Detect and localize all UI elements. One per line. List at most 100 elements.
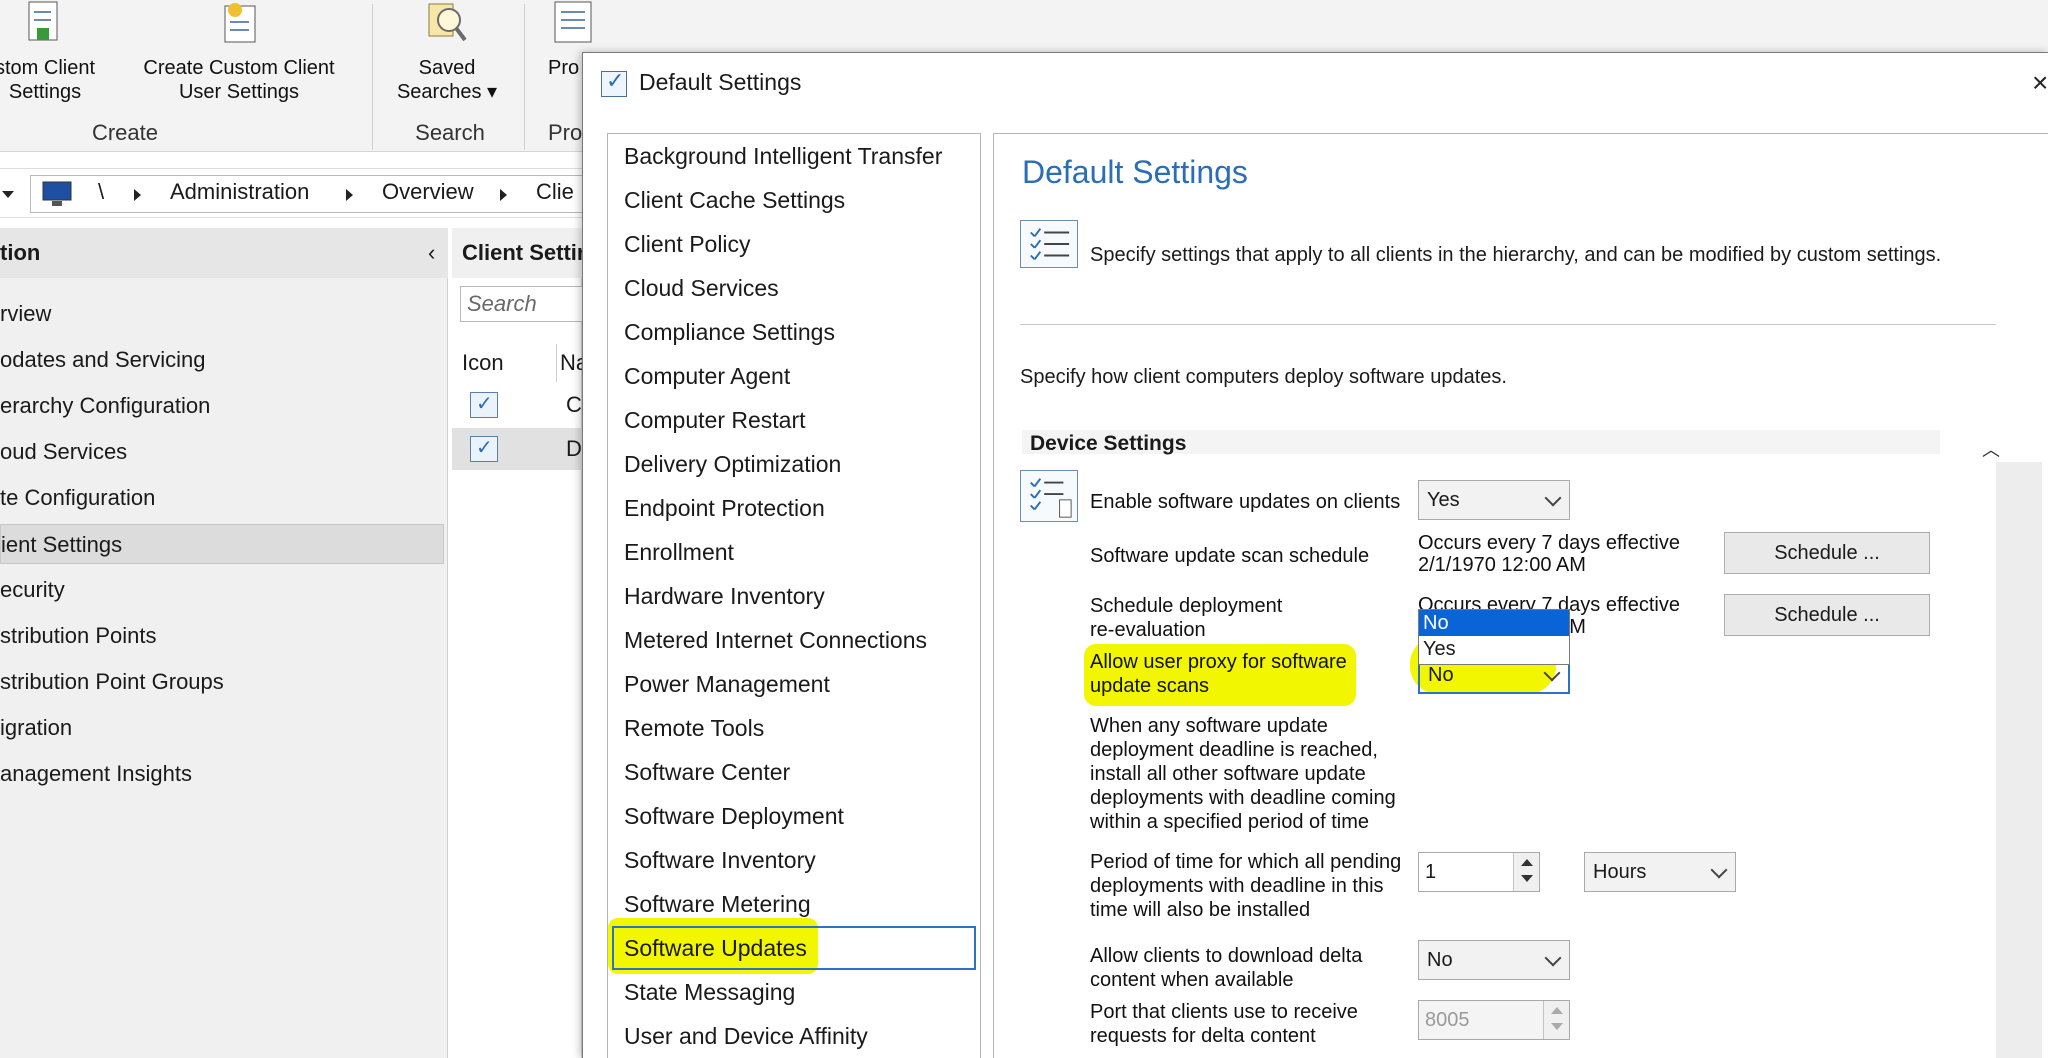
navigation-title: tion — [0, 240, 41, 265]
category-power-management[interactable]: Power Management — [608, 662, 980, 706]
scan-schedule-button[interactable]: Schedule ... — [1724, 532, 1930, 574]
category-metered-internet-connections[interactable]: Metered Internet Connections — [608, 618, 980, 662]
column-divider — [556, 344, 557, 382]
stepper-value: 8005 — [1425, 1009, 1470, 1031]
user-proxy-label: Allow user proxy for software update sca… — [1090, 651, 1347, 697]
period-stepper[interactable]: 1 — [1418, 852, 1540, 892]
nav-item-distribution-points[interactable]: stribution Points — [0, 616, 446, 656]
nav-item-management-insights[interactable]: anagement Insights — [0, 754, 446, 794]
chevron-down-icon — [1543, 664, 1561, 682]
scroll-up-icon[interactable]: ︿ — [1982, 436, 2000, 462]
breadcrumb-arrow-icon[interactable] — [500, 189, 507, 201]
category-software-center[interactable]: Software Center — [608, 750, 980, 794]
ribbon-separator — [372, 4, 373, 150]
scan-schedule-value: Occurs every 7 days effective 2/1/1970 1… — [1418, 532, 1680, 576]
nav-item-distribution-point-groups[interactable]: stribution Point Groups — [0, 662, 446, 702]
category-user-and-device-affinity[interactable]: User and Device Affinity — [608, 1014, 980, 1058]
breadcrumb-client-settings[interactable]: Clie — [536, 179, 574, 205]
category-computer-restart[interactable]: Computer Restart — [608, 398, 980, 442]
device-settings-header: Device Settings — [1022, 430, 1940, 455]
category-software-inventory[interactable]: Software Inventory — [608, 838, 980, 882]
category-computer-agent[interactable]: Computer Agent — [608, 354, 980, 398]
period-unit-dropdown[interactable]: Hours — [1584, 852, 1736, 892]
settings-checklist-icon — [601, 68, 627, 97]
row-name: D — [566, 436, 582, 461]
breadcrumb-overview[interactable]: Overview — [382, 179, 474, 205]
default-settings-dialog: Default Settings × Background Intelligen… — [582, 52, 2048, 1058]
dialog-title: Default Settings — [639, 69, 802, 95]
category-delivery-optimization[interactable]: Delivery Optimization — [608, 442, 980, 486]
category-background-intelligent-transfer[interactable]: Background Intelligent Transfer — [608, 134, 980, 178]
category-client-cache-settings[interactable]: Client Cache Settings — [608, 178, 980, 222]
nav-item-security[interactable]: ecurity — [0, 570, 446, 610]
ribbon-separator — [524, 4, 525, 150]
nav-item-cloud-services[interactable]: oud Services — [0, 432, 446, 472]
ribbon-button-label: Create Custom Client User Settings — [143, 57, 335, 103]
client-settings-icon — [470, 435, 498, 462]
device-settings-icon — [1020, 470, 1078, 522]
option-no[interactable]: No — [1419, 610, 1569, 636]
properties-icon — [554, 1, 592, 43]
nav-item-hierarchy-configuration[interactable]: erarchy Configuration — [0, 386, 446, 426]
table-row[interactable]: C — [452, 384, 582, 426]
nav-item-overview[interactable]: rview — [0, 294, 446, 334]
chevron-down-icon — [1544, 949, 1562, 967]
collapse-pane-icon[interactable]: ‹ — [428, 240, 435, 266]
stepper-arrows-icon[interactable] — [1543, 1001, 1569, 1039]
breadcrumb-arrow-icon[interactable] — [134, 189, 141, 201]
nav-item-site-configuration[interactable]: te Configuration — [0, 478, 446, 518]
nav-item-migration[interactable]: igration — [0, 708, 446, 748]
nav-item-client-settings[interactable]: ient Settings — [0, 524, 444, 564]
delta-label: Allow clients to download delta content … — [1090, 945, 1363, 991]
user-proxy-options: No Yes — [1418, 609, 1570, 665]
client-settings-icon — [470, 391, 498, 418]
dropdown-value: No — [1427, 949, 1453, 971]
delta-content-dropdown[interactable]: No — [1418, 940, 1570, 980]
enable-updates-label: Enable software updates on clients — [1090, 491, 1401, 513]
category-endpoint-protection[interactable]: Endpoint Protection — [608, 486, 980, 530]
enable-updates-dropdown[interactable]: Yes — [1418, 480, 1570, 520]
ribbon-group-create: Create — [91, 120, 159, 145]
port-stepper[interactable]: 8005 — [1418, 1000, 1570, 1040]
dropdown-value: Yes — [1427, 489, 1460, 511]
section-title: Device Settings — [1030, 432, 1187, 455]
address-box[interactable] — [30, 175, 620, 213]
navigation-pane: tion ‹ rview odates and Servicing erarch… — [0, 228, 448, 1058]
category-cloud-services[interactable]: Cloud Services — [608, 266, 980, 310]
page-description: Specify settings that apply to all clien… — [1090, 244, 1942, 266]
column-header-icon[interactable]: Icon — [462, 350, 504, 376]
period-label: Period of time for which all pending dep… — [1090, 851, 1402, 921]
user-settings-icon — [224, 3, 256, 43]
dialog-title-bar: Default Settings × — [583, 53, 2048, 109]
breadcrumb-root[interactable]: \ — [98, 179, 104, 205]
list-header: Client Settir — [452, 228, 585, 278]
dropdown-value: No — [1428, 664, 1454, 686]
ribbon-button-label: Saved Searches ▾ — [396, 57, 498, 103]
table-row[interactable]: D — [452, 428, 582, 470]
chevron-down-icon[interactable] — [2, 191, 14, 198]
category-client-policy[interactable]: Client Policy — [608, 222, 980, 266]
category-hardware-inventory[interactable]: Hardware Inventory — [608, 574, 980, 618]
category-state-messaging[interactable]: State Messaging — [608, 970, 980, 1014]
category-compliance-settings[interactable]: Compliance Settings — [608, 310, 980, 354]
breadcrumb-administration[interactable]: Administration — [170, 179, 309, 205]
breadcrumb-arrow-icon[interactable] — [346, 189, 353, 201]
breadcrumb: \ Administration Overview Clie — [0, 168, 620, 218]
section-description: Specify how client computers deploy soft… — [1020, 366, 1507, 388]
category-software-deployment[interactable]: Software Deployment — [608, 794, 980, 838]
divider — [1020, 324, 1996, 325]
nav-item-updates-servicing[interactable]: odates and Servicing — [0, 340, 446, 380]
close-icon[interactable]: × — [2032, 67, 2048, 99]
settings-category-list: Background Intelligent Transfer Client C… — [607, 133, 981, 1058]
reevaluation-schedule-button[interactable]: Schedule ... — [1724, 594, 1930, 636]
stepper-arrows-icon[interactable] — [1513, 853, 1539, 891]
row-name: C — [566, 392, 582, 417]
category-software-updates[interactable]: Software Updates — [612, 926, 976, 970]
option-yes[interactable]: Yes — [1419, 636, 1569, 662]
category-remote-tools[interactable]: Remote Tools — [608, 706, 980, 750]
computer-icon — [42, 181, 72, 206]
scrollbar[interactable] — [1996, 462, 2042, 1058]
category-enrollment[interactable]: Enrollment — [608, 530, 980, 574]
scan-schedule-label: Software update scan schedule — [1090, 545, 1370, 567]
client-settings-icon — [28, 1, 58, 41]
